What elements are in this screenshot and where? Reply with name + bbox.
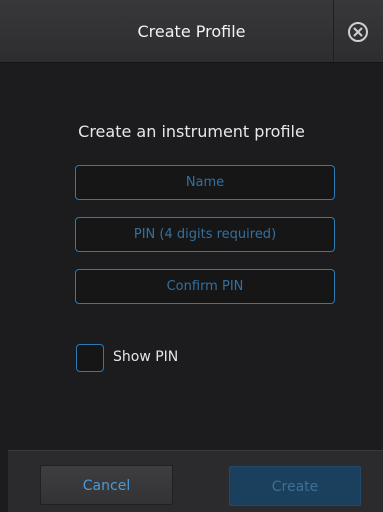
- cancel-button[interactable]: Cancel: [40, 465, 173, 505]
- pin-field[interactable]: [75, 217, 335, 252]
- form-heading: Create an instrument profile: [78, 122, 305, 141]
- name-field[interactable]: [75, 165, 335, 200]
- show-pin-checkbox[interactable]: [76, 344, 104, 372]
- dialog-title: Create Profile: [137, 22, 246, 41]
- title-divider: [333, 0, 334, 62]
- create-button[interactable]: Create: [229, 466, 361, 506]
- show-pin-label[interactable]: Show PIN: [113, 349, 178, 365]
- create-profile-dialog: Create Profile Create an instrument prof…: [0, 0, 383, 512]
- close-button[interactable]: [348, 22, 368, 42]
- title-bar: Create Profile: [0, 0, 383, 63]
- close-icon: [353, 27, 363, 37]
- confirm-pin-field[interactable]: [75, 269, 335, 304]
